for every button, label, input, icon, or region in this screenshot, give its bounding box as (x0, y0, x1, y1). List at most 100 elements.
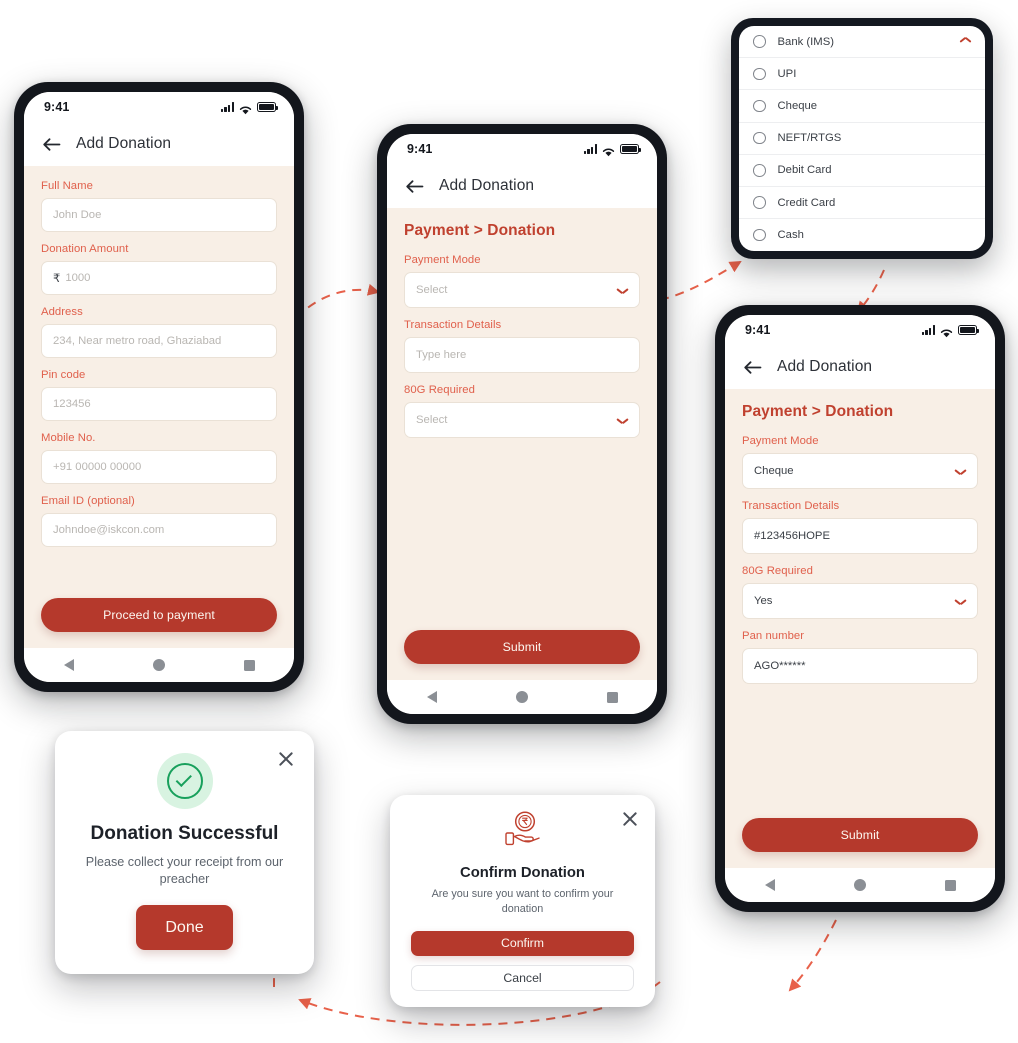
field-payment-mode: Payment Mode Cheque (742, 435, 978, 489)
status-time: 9:41 (407, 142, 433, 156)
connector-payment-to-dropdown (659, 260, 742, 301)
dropdown-option-upi[interactable]: UPI (739, 58, 985, 91)
dropdown-option-credit-card[interactable]: Credit Card (739, 187, 985, 220)
field-pin-code: Pin code 123456 (41, 369, 277, 421)
submit-button[interactable]: Submit (742, 818, 978, 852)
field-80g-required: 80G Required Select (404, 384, 640, 438)
email-id-input[interactable]: Johndoe@iskcon.com (41, 513, 277, 547)
80g-required-select[interactable]: Select (404, 402, 640, 438)
full-name-input[interactable]: John Doe (41, 198, 277, 232)
nav-recent-icon[interactable] (243, 659, 255, 671)
nav-back-icon[interactable] (63, 659, 74, 671)
field-label: Payment Mode (404, 254, 481, 266)
status-time: 9:41 (745, 323, 771, 337)
mockup-canvas: 9:41 Add Donation Full Name John Doe Don… (0, 0, 1018, 1043)
nav-home-icon[interactable] (515, 691, 528, 703)
field-label: 80G Required (404, 384, 475, 396)
status-icons (921, 325, 979, 338)
nav-home-icon[interactable] (853, 879, 866, 891)
radio-icon[interactable] (753, 67, 766, 81)
back-arrow-icon[interactable] (405, 178, 424, 195)
field-donation-amount: Donation Amount ₹ 1000 (41, 243, 277, 295)
80g-required-select[interactable]: Yes (742, 583, 978, 619)
option-label: Credit Card (777, 196, 836, 209)
cta-container: Submit (742, 818, 978, 868)
dropdown-option-cheque[interactable]: Cheque (739, 90, 985, 123)
confirm-button[interactable]: Confirm (411, 930, 634, 957)
payment-mode-select[interactable]: Cheque (742, 453, 978, 489)
radio-icon[interactable] (753, 99, 766, 113)
radio-icon[interactable] (753, 228, 766, 242)
section-heading: Payment > Donation (404, 222, 556, 239)
wifi-icon (940, 325, 953, 338)
modal-title: Donation Successful (90, 822, 279, 844)
option-label: Cash (777, 229, 804, 242)
payment-mode-dropdown: Bank (IMS) UPI Cheque NEFT/RTGS Debit Ca… (731, 18, 993, 260)
field-address: Address 234, Near metro road, Ghaziabad (41, 306, 277, 358)
nav-back-icon[interactable] (426, 691, 437, 703)
transaction-details-input[interactable]: #123456HOPE (742, 518, 978, 554)
nav-recent-icon[interactable] (606, 691, 618, 703)
back-arrow-icon[interactable] (743, 359, 762, 376)
radio-icon[interactable] (753, 196, 766, 209)
android-nav-bar (387, 680, 657, 714)
nav-back-icon[interactable] (764, 879, 775, 891)
transaction-details-input[interactable]: Type here (404, 337, 640, 373)
field-payment-mode: Payment Mode Select (404, 254, 640, 308)
done-button[interactable]: Done (136, 905, 233, 950)
select-value: Select (416, 414, 448, 426)
select-value: Select (416, 284, 448, 296)
proceed-to-payment-button[interactable]: Proceed to payment (41, 598, 277, 632)
cta-container: Submit (404, 630, 640, 680)
dropdown-list: Bank (IMS) UPI Cheque NEFT/RTGS Debit Ca… (739, 26, 985, 252)
option-label: Debit Card (777, 164, 832, 177)
wifi-icon (239, 102, 252, 115)
field-80g-required: 80G Required Yes (742, 565, 978, 619)
donation-amount-input[interactable]: ₹ 1000 (41, 261, 277, 295)
close-icon[interactable] (620, 809, 640, 829)
dropdown-option-cash[interactable]: Cash (739, 219, 985, 251)
chevron-up-icon[interactable] (960, 38, 971, 45)
dropdown-option-bank-ims[interactable]: Bank (IMS) (739, 26, 985, 59)
mobile-no-input[interactable]: +91 00000 00000 (41, 450, 277, 484)
address-input[interactable]: 234, Near metro road, Ghaziabad (41, 324, 277, 358)
field-transaction-details: Transaction Details Type here (404, 319, 640, 373)
battery-icon (958, 325, 979, 335)
dropdown-option-neft-rtgs[interactable]: NEFT/RTGS (739, 123, 985, 155)
submit-button[interactable]: Submit (404, 630, 640, 664)
field-full-name: Full Name John Doe (41, 180, 277, 232)
payment-mode-select[interactable]: Select (404, 272, 640, 308)
back-arrow-icon[interactable] (42, 136, 61, 153)
option-label: UPI (777, 67, 797, 80)
page-title: Add Donation (76, 135, 172, 152)
battery-icon (257, 102, 278, 112)
confirm-donation-modal: Confirm Donation Are you sure you want t… (390, 795, 655, 1007)
form-body: Full Name John Doe Donation Amount ₹ 100… (24, 166, 294, 648)
nav-home-icon[interactable] (152, 659, 165, 671)
input-value: #123456HOPE (754, 530, 830, 542)
dropdown-option-debit-card[interactable]: Debit Card (739, 155, 985, 187)
chevron-down-icon (955, 468, 966, 475)
field-label: Pin code (41, 369, 86, 381)
close-icon[interactable] (276, 749, 296, 769)
page-title: Add Donation (777, 358, 873, 375)
rupee-icon: ₹ (53, 273, 61, 285)
option-label: Cheque (777, 99, 818, 112)
cancel-button[interactable]: Cancel (411, 965, 634, 991)
chevron-down-icon (617, 417, 628, 424)
field-label: Mobile No. (41, 432, 96, 444)
nav-recent-icon[interactable] (944, 879, 956, 891)
field-transaction-details: Transaction Details #123456HOPE (742, 500, 978, 554)
status-icons (583, 144, 641, 157)
pin-code-input[interactable]: 123456 (41, 387, 277, 421)
pan-number-input[interactable]: AGO****** (742, 648, 978, 684)
input-placeholder: Type here (416, 349, 467, 361)
battery-icon (620, 144, 641, 154)
status-time: 9:41 (44, 100, 70, 114)
radio-icon[interactable] (753, 164, 766, 177)
radio-icon[interactable] (753, 131, 766, 145)
field-label: Pan number (742, 630, 805, 642)
modal-title: Confirm Donation (460, 865, 585, 881)
radio-icon[interactable] (753, 35, 766, 48)
signal-icon (220, 102, 234, 112)
